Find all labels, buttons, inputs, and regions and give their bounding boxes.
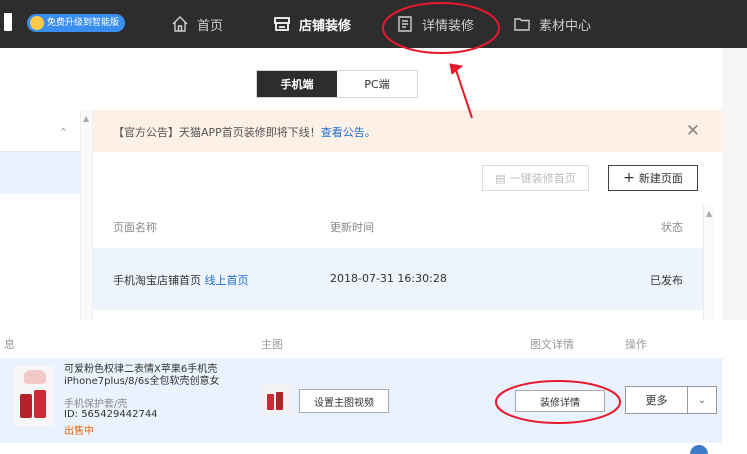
one-click-decorate-button[interactable]: ▤ 一键装修首页 — [482, 165, 589, 191]
nav-detail-decoration-label: 详情装修 — [422, 18, 475, 34]
product-id: ID: 565429442744 — [64, 409, 158, 420]
nav-asset-center[interactable]: 素材中心 — [513, 0, 591, 48]
tab-mobile[interactable]: 手机端 — [257, 71, 337, 97]
new-page-label: 新建页面 — [638, 172, 683, 185]
list-item: 可爱粉色权律二表情X苹果6手机壳iPhone7plus/8/6s全包软壳创意女 … — [0, 358, 722, 443]
nav-home-label: 首页 — [197, 18, 224, 34]
table-row[interactable]: 手机淘宝店铺首页 线上首页 2018-07-31 16:30:28 已发布 — [93, 248, 703, 310]
page-name: 手机淘宝店铺首页 线上首页 — [113, 272, 249, 288]
document-icon — [398, 16, 412, 32]
status-badge: 已发布 — [650, 274, 683, 287]
store-icon — [274, 17, 290, 31]
phone-case-image — [276, 392, 283, 410]
nav-asset-center-label: 素材中心 — [539, 18, 592, 34]
phone-case-image — [20, 394, 32, 418]
set-main-video-button[interactable]: 设置主图视频 — [299, 389, 389, 413]
plus-icon: + — [623, 170, 635, 186]
pages-table-header: 页面名称 更新时间 状态 — [93, 205, 703, 247]
page-name-text: 手机淘宝店铺首页 — [113, 274, 201, 287]
folder-icon — [514, 18, 530, 31]
home-icon — [172, 16, 188, 32]
floating-help-button[interactable] — [690, 445, 708, 454]
upgrade-badge[interactable]: 免费升级到智能版 — [27, 14, 126, 32]
main-image-thumbnail[interactable] — [261, 384, 291, 414]
decorate-icon: ▤ — [495, 171, 506, 185]
brand-logo[interactable] — [4, 13, 12, 31]
table-scrollbar[interactable]: ▲ — [703, 205, 715, 320]
column-main-image: 主图 — [261, 338, 283, 351]
column-update-time: 更新时间 — [330, 221, 374, 234]
announcement-message: 【官方公告】天猫APP首页装修即将下线！ — [113, 126, 321, 139]
page-manager-panel: 【官方公告】天猫APP首页装修即将下线！查看公告。 ✕ ▤ 一键装修首页 + 新… — [93, 110, 722, 320]
nav-store-decoration-label: 店铺装修 — [299, 18, 352, 34]
close-icon[interactable]: ✕ — [686, 121, 700, 141]
column-actions: 操作 — [625, 338, 647, 351]
left-panel: ⌃ — [0, 110, 80, 320]
phone-case-image — [34, 390, 46, 418]
column-page-name: 页面名称 — [113, 221, 157, 234]
announcement-link[interactable]: 查看公告。 — [321, 126, 376, 139]
scroll-up-icon[interactable]: ▲ — [706, 209, 712, 218]
announcement-bar: 【官方公告】天猫APP首页装修即将下线！查看公告。 ✕ — [93, 110, 722, 152]
product-status: 出售中 — [64, 426, 94, 437]
nav-home[interactable]: 首页 — [171, 0, 223, 48]
product-category: 手机保护套/壳 — [64, 399, 128, 410]
left-scrollbar[interactable]: ▲ — [80, 110, 92, 320]
more-button[interactable]: 更多 — [625, 386, 687, 414]
product-list: 息 主图 图文详情 操作 可爱粉色权律二表情X苹果6手机壳iPhone7plus… — [0, 320, 747, 454]
column-graphic-detail: 图文详情 — [530, 338, 574, 351]
nav-store-decoration[interactable]: 店铺装修 — [273, 0, 351, 48]
new-page-button[interactable]: + 新建页面 — [608, 165, 698, 191]
product-thumbnail[interactable] — [14, 366, 54, 426]
thumbnail-decoration — [24, 370, 46, 384]
nav-detail-decoration[interactable]: 详情装修 — [396, 0, 474, 48]
chevron-up-icon[interactable]: ⌃ — [59, 126, 68, 139]
online-homepage-link[interactable]: 线上首页 — [205, 274, 249, 287]
scroll-up-icon[interactable]: ▲ — [83, 114, 89, 123]
device-switch: 手机端 PC端 — [256, 70, 418, 98]
page-scrollbar[interactable] — [722, 48, 747, 320]
top-nav-bar: 免费升级到智能版 首页 店铺装修 详情装修 素材中心 — [0, 0, 747, 48]
decorate-detail-button[interactable]: 装修详情 — [515, 390, 605, 412]
announcement-text: 【官方公告】天猫APP首页装修即将下线！查看公告。 — [113, 124, 376, 140]
chevron-down-icon: ⌄ — [697, 394, 707, 406]
left-panel-header[interactable]: ⌃ — [0, 110, 80, 152]
page-update-time: 2018-07-31 16:30:28 — [330, 272, 447, 285]
column-product-info: 息 — [4, 338, 15, 351]
phone-case-image — [267, 394, 274, 410]
column-status: 状态 — [661, 221, 683, 234]
left-panel-selected-item[interactable] — [0, 152, 80, 194]
more-dropdown-button[interactable]: ⌄ — [687, 386, 717, 414]
avatar-icon — [30, 16, 44, 30]
product-title[interactable]: 可爱粉色权律二表情X苹果6手机壳iPhone7plus/8/6s全包软壳创意女 — [64, 364, 244, 388]
tab-pc[interactable]: PC端 — [337, 71, 417, 97]
upgrade-badge-label: 免费升级到智能版 — [47, 18, 120, 28]
one-click-decorate-label: 一键装修首页 — [509, 172, 576, 185]
